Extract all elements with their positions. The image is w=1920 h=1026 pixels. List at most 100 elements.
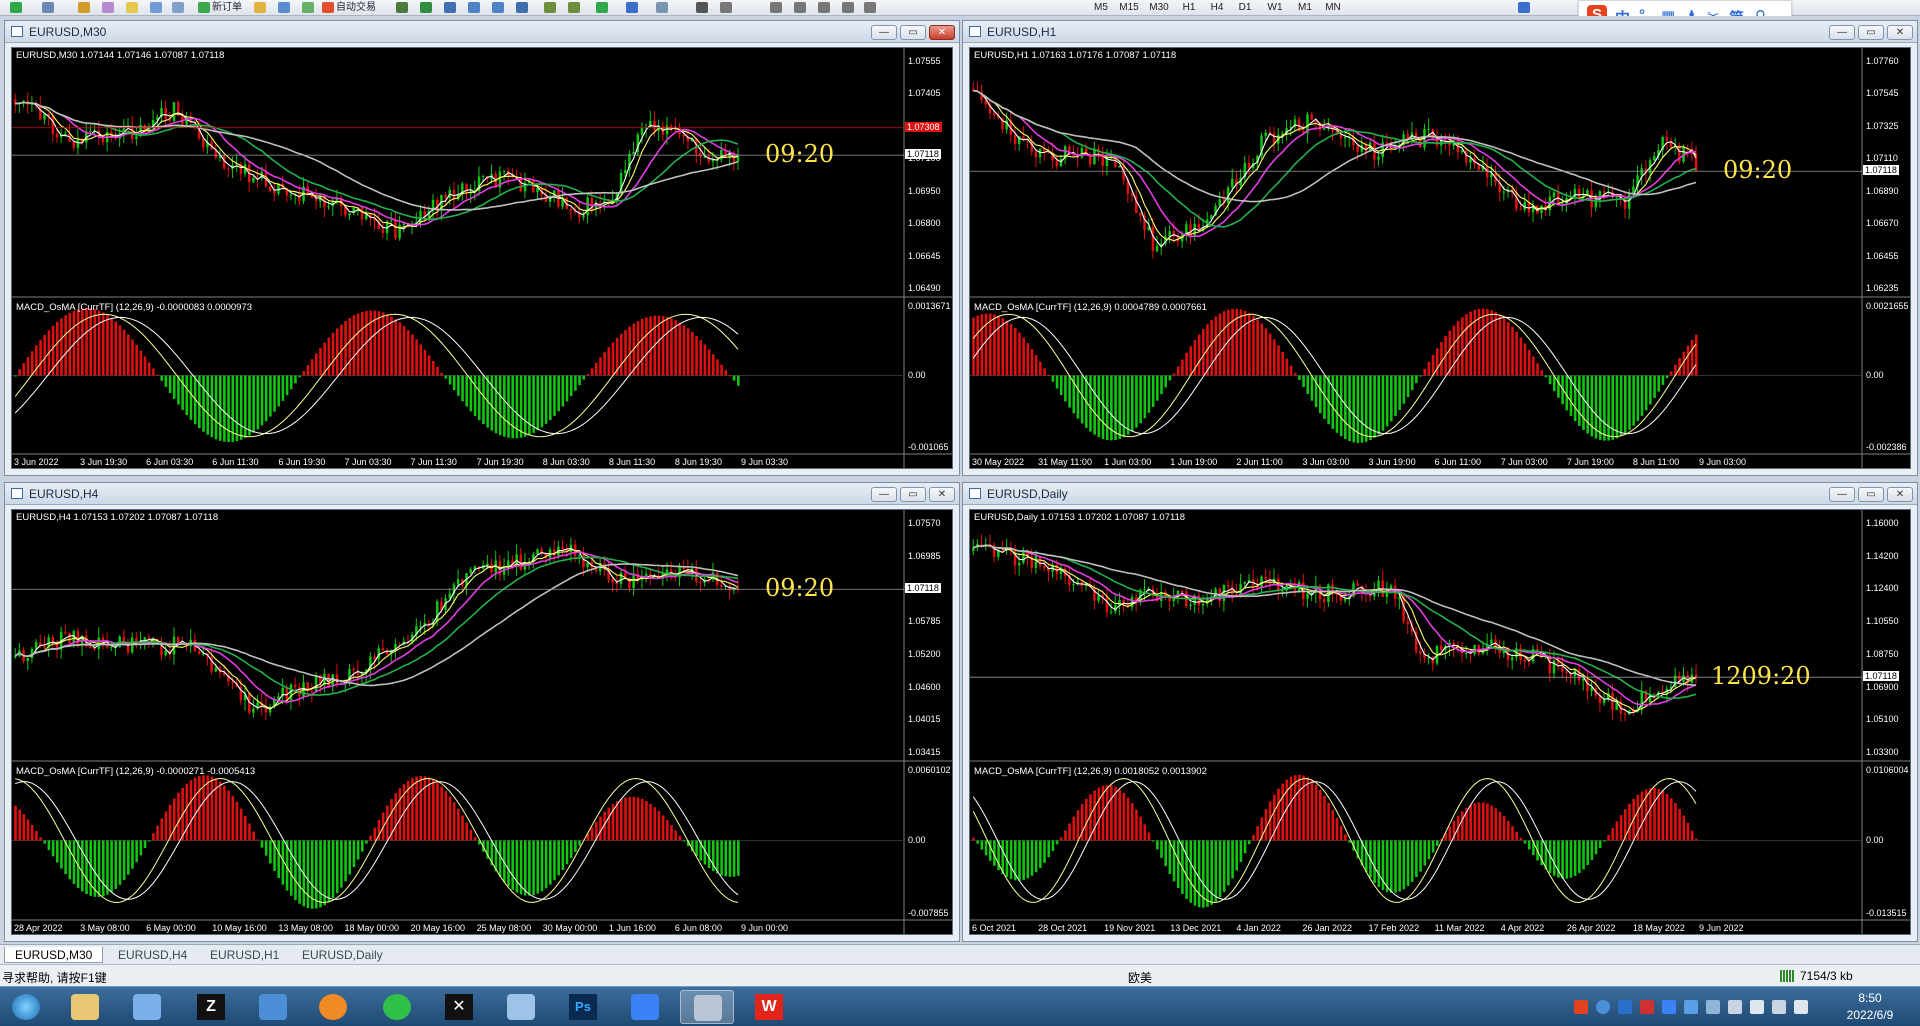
text-tool-icon[interactable] <box>818 2 830 13</box>
task-wechat[interactable] <box>370 990 424 1024</box>
tray-ime-icon[interactable] <box>1794 1000 1808 1014</box>
market-watch-icon[interactable] <box>78 2 90 13</box>
chart-plot-area[interactable]: EURUSD,H1 1.07163 1.07176 1.07087 1.0711… <box>969 47 1911 469</box>
timeframe-m5[interactable]: M5 <box>1088 1 1114 14</box>
hline-icon[interactable] <box>770 2 782 13</box>
chart-plot-area[interactable]: EURUSD,M30 1.07144 1.07146 1.07087 1.071… <box>11 47 953 469</box>
tray-network-icon[interactable] <box>1684 1000 1698 1014</box>
tab-eurusd-h1[interactable]: EURUSD,H1 <box>200 947 289 963</box>
minimize-button[interactable]: — <box>1829 25 1855 40</box>
task-browser[interactable] <box>306 990 360 1024</box>
maximize-button[interactable]: ▭ <box>1858 487 1884 502</box>
task-photoshop[interactable]: Ps <box>556 990 610 1024</box>
search-icon[interactable] <box>1518 2 1530 13</box>
minimize-button[interactable]: — <box>871 25 897 40</box>
autoscroll-icon[interactable] <box>544 2 556 13</box>
task-explorer[interactable] <box>58 990 112 1024</box>
maximize-button[interactable]: ▭ <box>900 487 926 502</box>
chart-window-3[interactable]: EURUSD,H4 — ▭ ✕ EURUSD,H4 1.07153 1.07202 1.… <box>4 482 960 942</box>
terminal-icon[interactable] <box>126 2 138 13</box>
task-computer[interactable] <box>246 990 300 1024</box>
crosshair-icon[interactable] <box>720 2 732 13</box>
tray-shield-icon[interactable] <box>1706 1000 1720 1014</box>
new-order-button[interactable]: 新订单 <box>212 1 242 14</box>
time-axis-label: 25 May 08:00 <box>476 923 532 933</box>
trendline-icon[interactable] <box>794 2 806 13</box>
tray-help-icon[interactable] <box>1596 1000 1610 1014</box>
tab-eurusd-m30[interactable]: EURUSD,M30 <box>4 947 104 963</box>
start-button[interactable] <box>2 990 50 1024</box>
task-feishu[interactable] <box>618 990 672 1024</box>
candlestick-icon[interactable] <box>420 2 432 13</box>
task-control-panel[interactable] <box>120 990 174 1024</box>
data-window-icon[interactable] <box>172 2 184 13</box>
auto-trade-button[interactable]: 自动交易 <box>336 1 376 14</box>
maximize-button[interactable]: ▭ <box>1858 25 1884 40</box>
task-capcut[interactable]: ✕ <box>432 990 486 1024</box>
task-notes[interactable] <box>494 990 548 1024</box>
options-icon[interactable] <box>278 2 290 13</box>
metaeditor-icon[interactable] <box>254 2 266 13</box>
chart-shift-icon[interactable] <box>568 2 580 13</box>
tab-eurusd-daily[interactable]: EURUSD,Daily <box>292 947 393 963</box>
tester-icon[interactable] <box>150 2 162 13</box>
timeframe-mn[interactable]: MN <box>1320 1 1346 14</box>
navigator-icon[interactable] <box>102 2 114 13</box>
minimize-button[interactable]: — <box>871 487 897 502</box>
tray-sogou-icon[interactable] <box>1574 1000 1588 1014</box>
zoom-out-icon[interactable] <box>492 2 504 13</box>
macd-histogram-bar <box>1281 783 1284 841</box>
tray-wps-icon[interactable] <box>1640 1000 1654 1014</box>
templates-icon[interactable] <box>656 2 668 13</box>
candle-body <box>360 207 364 220</box>
taskbar-clock[interactable]: 8:50 2022/6/9 <box>1830 990 1910 1024</box>
tray-display-icon[interactable] <box>1772 1000 1786 1014</box>
window-caption[interactable]: EURUSD,Daily — ▭ ✕ <box>963 483 1917 505</box>
timeframe-m1[interactable]: M1 <box>1292 1 1318 14</box>
chart-window-1[interactable]: EURUSD,M30 — ▭ ✕ EURUSD,M30 1.07144 1.07146 … <box>4 20 960 476</box>
close-button[interactable]: ✕ <box>929 25 955 40</box>
signals-icon[interactable] <box>302 2 314 13</box>
chart-plot-area[interactable]: EURUSD,Daily 1.07153 1.07202 1.07087 1.0… <box>969 509 1911 935</box>
tray-feishu-icon[interactable] <box>1662 1000 1676 1014</box>
timeframe-h4[interactable]: H4 <box>1204 1 1230 14</box>
macd-histogram-bar <box>55 840 59 863</box>
label-tool-icon[interactable] <box>842 2 854 13</box>
macd-histogram-bar <box>1427 840 1431 860</box>
timeframe-m15[interactable]: M15 <box>1116 1 1142 14</box>
task-zoom-app[interactable]: Z <box>184 990 238 1024</box>
task-metatrader[interactable] <box>680 990 734 1024</box>
window-caption[interactable]: EURUSD,M30 — ▭ ✕ <box>5 21 959 43</box>
chart-plot-area[interactable]: EURUSD,H4 1.07153 1.07202 1.07087 1.0711… <box>11 509 953 935</box>
close-button[interactable]: ✕ <box>1887 25 1913 40</box>
window-caption[interactable]: EURUSD,H4 — ▭ ✕ <box>5 483 959 505</box>
zoom-in-icon[interactable] <box>468 2 480 13</box>
tile-windows-icon[interactable] <box>516 2 528 13</box>
macd-histogram-bar <box>1252 315 1255 376</box>
macd-histogram-bar <box>1678 808 1681 841</box>
timeframe-h1[interactable]: H1 <box>1176 1 1202 14</box>
timeframe-d1[interactable]: D1 <box>1232 1 1258 14</box>
bar-chart-icon[interactable] <box>396 2 408 13</box>
chart-window-4[interactable]: EURUSD,Daily — ▭ ✕ EURUSD,Daily 1.07153 1.07… <box>962 482 1918 942</box>
cursor-icon[interactable] <box>696 2 708 13</box>
timeframe-m30[interactable]: M30 <box>1146 1 1172 14</box>
periods-icon[interactable] <box>626 2 638 13</box>
close-button[interactable]: ✕ <box>1887 487 1913 502</box>
tray-cloud-icon[interactable] <box>1618 1000 1632 1014</box>
close-button[interactable]: ✕ <box>929 487 955 502</box>
line-chart-icon[interactable] <box>444 2 456 13</box>
task-wps[interactable]: W <box>742 990 796 1024</box>
window-caption[interactable]: EURUSD,H1 — ▭ ✕ <box>963 21 1917 43</box>
tab-eurusd-h4[interactable]: EURUSD,H4 <box>108 947 197 963</box>
timeframe-w1[interactable]: W1 <box>1262 1 1288 14</box>
maximize-button[interactable]: ▭ <box>900 25 926 40</box>
chart-window-2[interactable]: EURUSD,H1 — ▭ ✕ EURUSD,H1 1.07163 1.07176 1.… <box>962 20 1918 476</box>
minimize-button[interactable]: — <box>1829 487 1855 502</box>
tray-volume-icon[interactable] <box>1728 1000 1742 1014</box>
new-chart-icon[interactable] <box>10 2 22 13</box>
profiles-icon[interactable] <box>42 2 54 13</box>
shapes-icon[interactable] <box>864 2 876 13</box>
indicators-icon[interactable] <box>596 2 608 13</box>
tray-flag-icon[interactable] <box>1750 1000 1764 1014</box>
